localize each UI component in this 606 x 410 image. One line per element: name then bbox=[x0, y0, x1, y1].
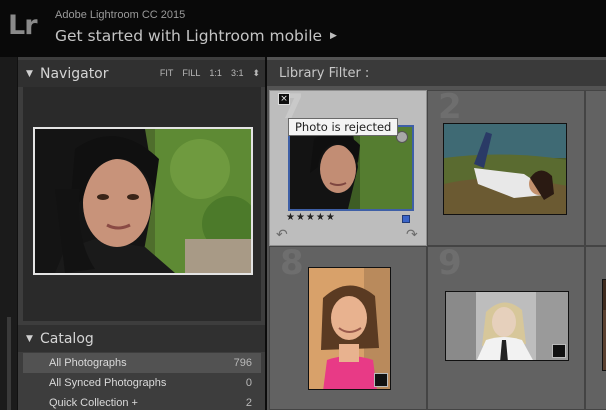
thumbnail[interactable] bbox=[308, 267, 391, 390]
rotate-left-icon[interactable]: ↶ bbox=[276, 227, 288, 243]
get-started-mobile-link[interactable]: Get started with Lightroom mobile ▶ bbox=[55, 27, 337, 45]
crop-badge-icon[interactable] bbox=[552, 344, 566, 358]
selected-thumbnail-frame[interactable] bbox=[288, 125, 414, 211]
library-filter-bar[interactable]: Library Filter : bbox=[267, 60, 606, 86]
navigator-preview[interactable] bbox=[23, 87, 261, 321]
app-name: Adobe Lightroom CC 2015 bbox=[55, 9, 186, 21]
catalog-item-label: All Photographs bbox=[49, 357, 127, 369]
catalog-item-count: 2 bbox=[245, 397, 252, 409]
thumbnail[interactable] bbox=[445, 291, 569, 361]
rotate-right-icon[interactable]: ↷ bbox=[406, 227, 418, 243]
zoom-fit[interactable]: FIT bbox=[160, 68, 174, 79]
mobile-link-label: Get started with Lightroom mobile bbox=[55, 27, 323, 45]
zoom-menu-icon[interactable]: ⬍ bbox=[252, 68, 260, 79]
thumbnail-image bbox=[309, 268, 390, 389]
grid-cell[interactable]: 9 bbox=[427, 246, 585, 410]
navigator-photo[interactable] bbox=[33, 127, 253, 275]
catalog-item-count: 796 bbox=[233, 357, 252, 369]
collapse-triangle-icon: ▼ bbox=[26, 333, 33, 344]
color-label-blue[interactable] bbox=[402, 215, 410, 223]
cell-index: 8 bbox=[280, 246, 304, 283]
grid-cell[interactable]: 2 bbox=[427, 90, 585, 246]
library-grid-view: Library Filter : 7 × Photo is rejected ★… bbox=[265, 57, 606, 410]
thumbnail-image bbox=[290, 127, 412, 209]
reject-flag-icon[interactable]: × bbox=[278, 93, 290, 105]
tag-badge-icon[interactable] bbox=[374, 373, 388, 387]
grid-cell[interactable] bbox=[585, 246, 606, 410]
panel-scrollbar[interactable] bbox=[7, 317, 11, 410]
lightroom-logo: Lr bbox=[8, 10, 38, 41]
catalog-list: All Photographs 796 All Synced Photograp… bbox=[23, 353, 261, 410]
collapse-triangle-icon: ▼ bbox=[26, 68, 33, 79]
thumbnail[interactable] bbox=[443, 123, 567, 215]
zoom-3-1[interactable]: 3:1 bbox=[231, 68, 244, 79]
left-panel-edge bbox=[0, 57, 17, 410]
thumbnail[interactable] bbox=[602, 279, 606, 371]
navigator-header[interactable]: ▼ Navigator FIT FILL 1:1 3:1 ⬍ bbox=[18, 60, 266, 87]
left-panel: ▼ Navigator FIT FILL 1:1 3:1 ⬍ ▼ Catalog… bbox=[17, 57, 266, 410]
thumbnail-image bbox=[446, 292, 568, 360]
thumbnail-image bbox=[444, 124, 566, 214]
grid-cell[interactable]: 8 bbox=[269, 246, 427, 410]
cell-index: 2 bbox=[438, 90, 462, 127]
catalog-item-all-synced[interactable]: All Synced Photographs 0 bbox=[23, 373, 261, 393]
portrait-image bbox=[35, 129, 251, 273]
navigator-title: Navigator bbox=[40, 65, 109, 82]
catalog-item-label: Quick Collection + bbox=[49, 397, 138, 409]
grid-cell-selected[interactable]: 7 × Photo is rejected ★★★★★ ↶ ↷ bbox=[269, 90, 427, 246]
catalog-header[interactable]: ▼ Catalog bbox=[18, 325, 266, 352]
identity-plate: Lr Adobe Lightroom CC 2015 Get started w… bbox=[0, 0, 606, 57]
grid-cell[interactable] bbox=[585, 90, 606, 246]
catalog-item-all-photographs[interactable]: All Photographs 796 bbox=[23, 353, 261, 373]
play-arrow-icon: ▶ bbox=[330, 31, 337, 41]
catalog-item-quick-collection[interactable]: Quick Collection + 2 bbox=[23, 393, 261, 410]
zoom-fill[interactable]: FILL bbox=[182, 68, 200, 79]
cell-index: 9 bbox=[438, 246, 462, 283]
library-filter-label: Library Filter : bbox=[279, 65, 370, 81]
catalog-item-label: All Synced Photographs bbox=[49, 377, 167, 389]
zoom-options: FIT FILL 1:1 3:1 ⬍ bbox=[160, 68, 260, 79]
star-rating[interactable]: ★★★★★ bbox=[286, 212, 336, 223]
catalog-title: Catalog bbox=[40, 330, 94, 347]
catalog-item-count: 0 bbox=[245, 377, 252, 389]
zoom-1-1[interactable]: 1:1 bbox=[209, 68, 222, 79]
reject-tooltip: Photo is rejected bbox=[288, 118, 399, 136]
